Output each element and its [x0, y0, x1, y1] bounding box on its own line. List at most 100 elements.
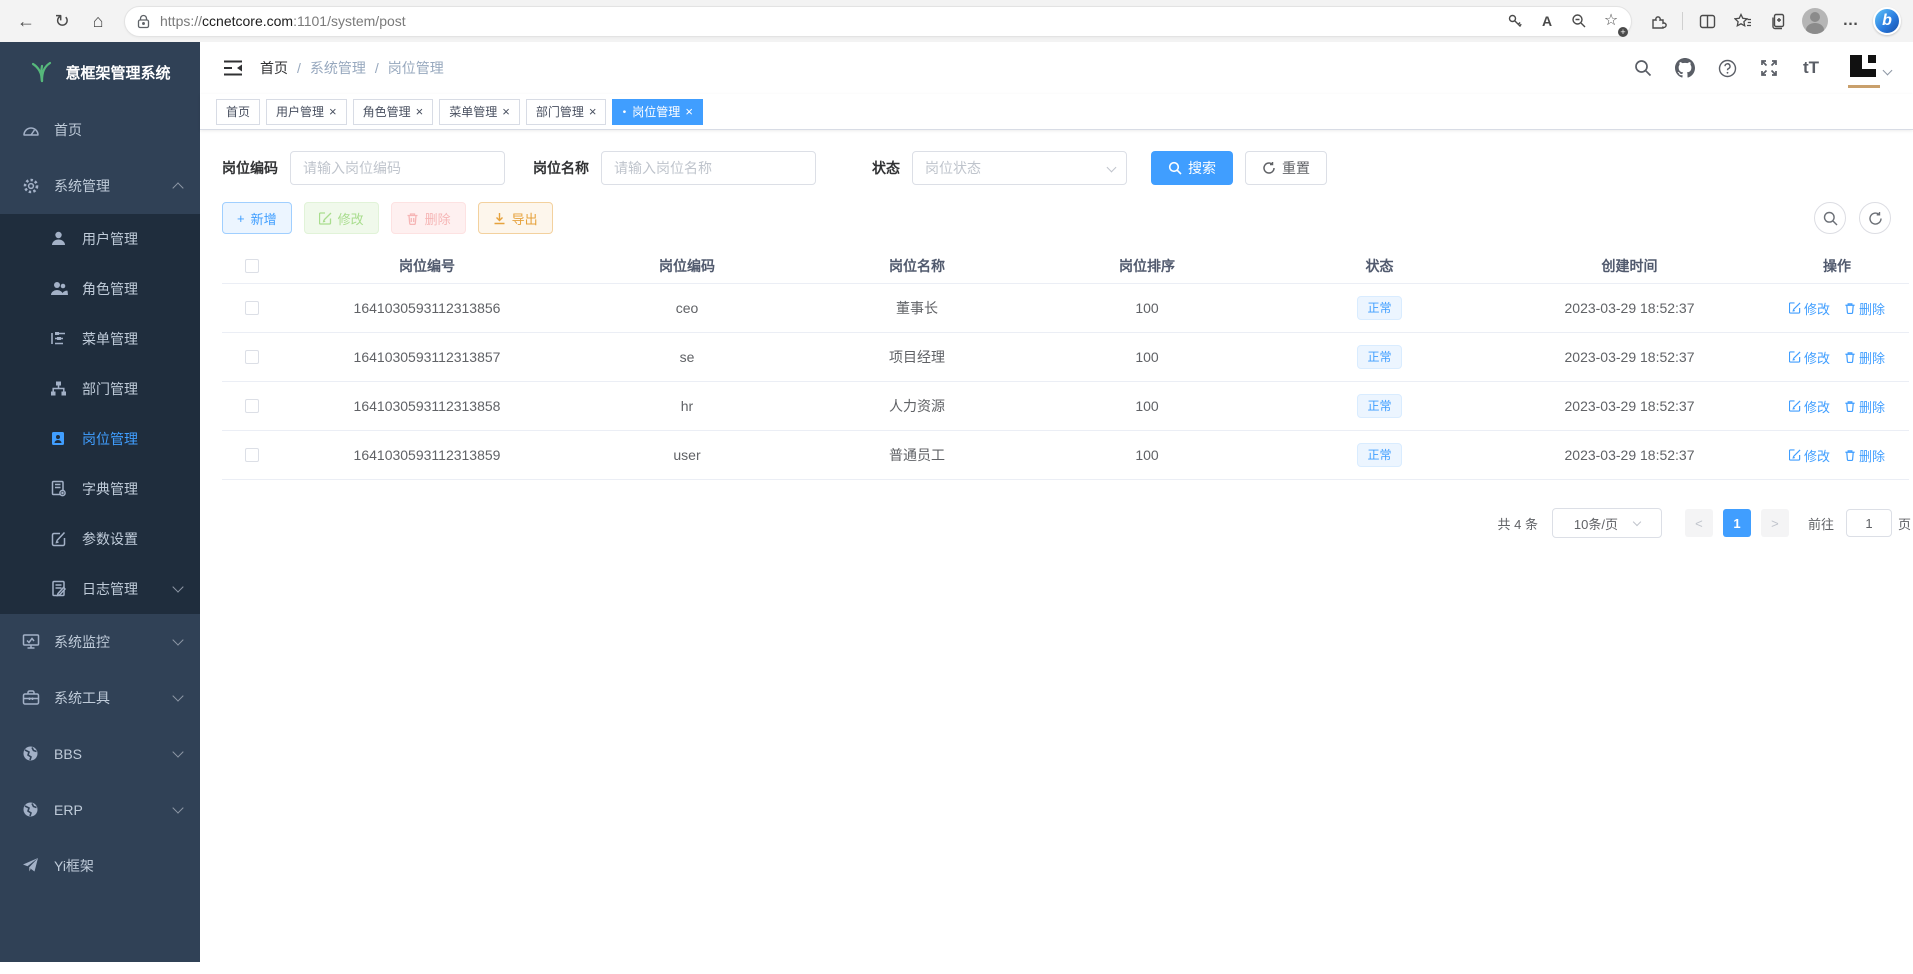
refresh-table-button[interactable] [1859, 202, 1891, 234]
reset-button[interactable]: 重置 [1245, 151, 1327, 185]
post-id-cell: 1641030593112313859 [282, 447, 572, 463]
edit-button[interactable]: 修改 [304, 202, 379, 234]
trash-icon [1844, 449, 1856, 461]
sidebar-item-label: 岗位管理 [82, 429, 182, 449]
sidebar-item-tools[interactable]: 系统工具 [0, 670, 200, 726]
bing-copilot-icon[interactable]: b [1871, 5, 1903, 37]
fullscreen-icon[interactable] [1758, 57, 1780, 79]
next-page-button[interactable]: > [1761, 509, 1789, 537]
settings-menu-icon[interactable]: … [1835, 5, 1867, 37]
row-edit-link[interactable]: 修改 [1789, 446, 1830, 465]
browser-refresh-button[interactable]: ↻ [46, 5, 78, 37]
row-checkbox[interactable] [245, 301, 259, 315]
sidebar-item-posts[interactable]: 岗位管理 [0, 414, 200, 464]
chevron-down-icon [172, 690, 183, 701]
sidebar-item-label: ERP [54, 802, 174, 818]
github-icon[interactable] [1674, 57, 1696, 79]
status-badge: 正常 [1357, 296, 1401, 320]
zoom-out-icon[interactable] [1565, 7, 1593, 35]
tags-view-bar: 首页 用户管理 × 角色管理 × 菜单管理 × 部门管理 × ● 岗位管理 × [200, 94, 1913, 130]
browser-home-button[interactable]: ⌂ [82, 5, 114, 37]
sidebar-item-menus[interactable]: 菜单管理 [0, 314, 200, 364]
tab-role-mgmt[interactable]: 角色管理 × [353, 99, 434, 125]
sidebar-item-home[interactable]: 首页 [0, 102, 200, 158]
sidebar-item-label: 系统工具 [54, 688, 174, 708]
read-aloud-icon[interactable]: A [1533, 7, 1561, 35]
sidebar-item-monitor[interactable]: 系统监控 [0, 614, 200, 670]
sidebar-item-parameters[interactable]: 参数设置 [0, 514, 200, 564]
sidebar-item-departments[interactable]: 部门管理 [0, 364, 200, 414]
tab-home[interactable]: 首页 [216, 99, 260, 125]
sidebar-item-roles[interactable]: 角色管理 [0, 264, 200, 314]
tab-label: 菜单管理 [449, 103, 497, 120]
profile-avatar[interactable] [1799, 5, 1831, 37]
row-delete-link[interactable]: 删除 [1844, 299, 1885, 318]
app-logo[interactable]: 意框架管理系统 [0, 42, 200, 102]
tab-post-mgmt[interactable]: ● 岗位管理 × [612, 99, 702, 125]
help-icon[interactable] [1716, 57, 1738, 79]
address-bar[interactable]: https://ccnetcore.com:1101/system/post A… [124, 6, 1632, 37]
prev-page-button[interactable]: < [1685, 509, 1713, 537]
close-icon[interactable]: × [502, 105, 510, 118]
row-edit-link[interactable]: 修改 [1789, 348, 1830, 367]
goto-page-input[interactable] [1846, 509, 1892, 537]
toggle-search-button[interactable] [1814, 202, 1846, 234]
close-icon[interactable]: × [685, 105, 693, 118]
row-checkbox[interactable] [245, 448, 259, 462]
sidebar-item-yi-framework[interactable]: Yi框架 [0, 838, 200, 894]
browser-back-button[interactable]: ← [10, 5, 42, 37]
tab-menu-mgmt[interactable]: 菜单管理 × [439, 99, 520, 125]
breadcrumb-system[interactable]: 系统管理 [310, 58, 366, 78]
sidebar-item-dictionaries[interactable]: 字典管理 [0, 464, 200, 514]
chevron-down-icon [1883, 65, 1893, 75]
row-edit-link[interactable]: 修改 [1789, 299, 1830, 318]
sidebar-item-logs[interactable]: 日志管理 [0, 564, 200, 614]
table-row: 1641030593112313856 ceo 董事长 100 正常 2023-… [222, 284, 1909, 333]
export-button[interactable]: 导出 [478, 202, 553, 234]
row-delete-link[interactable]: 删除 [1844, 397, 1885, 416]
status-label: 状态 [872, 158, 900, 178]
password-key-icon[interactable] [1501, 7, 1529, 35]
sidebar-item-erp[interactable]: ERP [0, 782, 200, 838]
delete-button[interactable]: 删除 [391, 202, 466, 234]
extensions-icon[interactable] [1642, 5, 1674, 37]
sidebar-item-users[interactable]: 用户管理 [0, 214, 200, 264]
select-all-checkbox[interactable] [245, 259, 259, 273]
split-screen-icon[interactable] [1691, 5, 1723, 37]
row-delete-link[interactable]: 删除 [1844, 446, 1885, 465]
header-search-icon[interactable] [1632, 57, 1654, 79]
breadcrumb-home[interactable]: 首页 [260, 58, 288, 78]
post-code-cell: se [572, 349, 802, 365]
status-select[interactable]: 岗位状态 [912, 151, 1127, 185]
close-icon[interactable]: × [589, 105, 597, 118]
search-button[interactable]: 搜索 [1151, 151, 1233, 185]
tab-user-mgmt[interactable]: 用户管理 × [266, 99, 347, 125]
sidebar-item-bbs[interactable]: BBS [0, 726, 200, 782]
post-code-input[interactable] [290, 151, 505, 185]
globe-icon [22, 801, 40, 819]
collections-icon[interactable] [1763, 5, 1795, 37]
page-size-select[interactable]: 10条/页 [1552, 508, 1662, 538]
delete-button-label: 删除 [425, 209, 451, 228]
create-time-cell: 2023-03-29 18:52:37 [1497, 349, 1762, 365]
tab-label: 用户管理 [276, 103, 324, 120]
column-header: 状态 [1262, 256, 1497, 276]
close-icon[interactable]: × [416, 105, 424, 118]
page-number-button[interactable]: 1 [1723, 509, 1751, 537]
favorites-icon[interactable] [1727, 5, 1759, 37]
sidebar-item-system[interactable]: 系统管理 [0, 158, 200, 214]
font-size-icon[interactable]: tT [1800, 57, 1822, 79]
breadcrumb: 首页 / 系统管理 / 岗位管理 [260, 58, 444, 78]
row-delete-link[interactable]: 删除 [1844, 348, 1885, 367]
add-favorite-icon[interactable]: ☆+ [1597, 7, 1625, 35]
row-checkbox[interactable] [245, 399, 259, 413]
sidebar-collapse-icon[interactable] [222, 57, 244, 79]
tab-dept-mgmt[interactable]: 部门管理 × [526, 99, 607, 125]
user-avatar-menu[interactable] [1842, 53, 1891, 83]
row-edit-link[interactable]: 修改 [1789, 397, 1830, 416]
post-code-cell: ceo [572, 300, 802, 316]
post-name-input[interactable] [601, 151, 816, 185]
close-icon[interactable]: × [329, 105, 337, 118]
row-checkbox[interactable] [245, 350, 259, 364]
add-button[interactable]: + 新增 [222, 202, 292, 234]
